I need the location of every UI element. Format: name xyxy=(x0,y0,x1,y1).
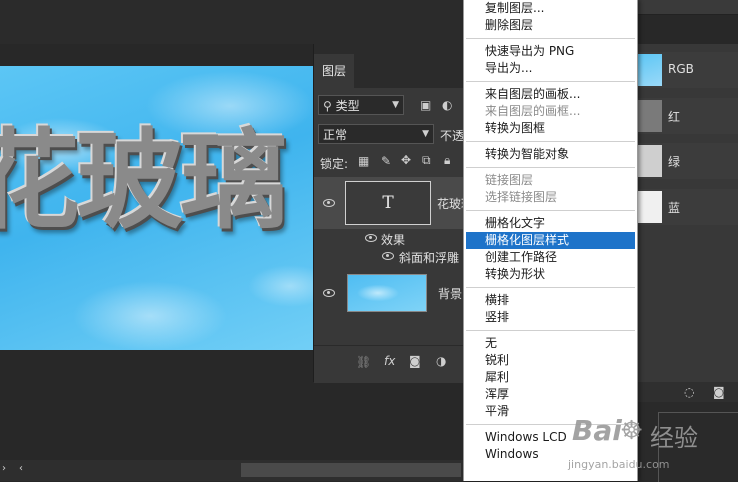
menu-item[interactable]: 转换为形状 xyxy=(464,266,637,283)
channel-row-red[interactable]: 红 xyxy=(636,98,738,134)
canvas-text-layer: 花玻璃 xyxy=(0,119,288,244)
document-canvas[interactable]: 花玻璃 xyxy=(0,66,318,350)
menu-item[interactable]: 转换为图框 xyxy=(464,120,637,137)
chevron-left-icon[interactable]: ‹ xyxy=(19,464,23,474)
menu-separator xyxy=(466,141,635,142)
search-icon: ⚲ xyxy=(323,99,332,113)
opacity-label: 不透 xyxy=(440,129,465,143)
channel-thumbnail xyxy=(636,145,662,177)
fx-icon[interactable]: fx xyxy=(384,355,395,367)
channel-row-rgb[interactable]: RGB xyxy=(636,52,738,88)
lock-position-icon[interactable]: ✥ xyxy=(401,154,411,166)
layer-filter-value: 类型 xyxy=(335,99,360,113)
bevel-emboss-label: 斜面和浮雕 xyxy=(399,251,460,265)
lock-artboard-icon[interactable]: ⧉ xyxy=(422,154,431,166)
menu-separator xyxy=(466,167,635,168)
channel-thumbnail xyxy=(636,191,662,223)
menu-separator xyxy=(466,287,635,288)
menu-item[interactable]: 复制图层... xyxy=(464,0,637,17)
channel-thumbnail xyxy=(636,100,662,132)
channels-footer: ◌ ◙ xyxy=(636,382,738,402)
menu-item[interactable]: 竖排 xyxy=(464,309,637,326)
visibility-eye-icon[interactable] xyxy=(323,199,335,207)
text-layer-thumbnail: T xyxy=(345,181,431,225)
lock-label: 锁定: xyxy=(320,157,349,171)
channel-row-blue[interactable]: 蓝 xyxy=(636,189,738,225)
watermark-suffix: 经验 xyxy=(650,424,698,452)
right-top-bar xyxy=(636,0,738,15)
top-bar xyxy=(0,0,463,44)
layer-row-text[interactable]: T 花玻璃 xyxy=(314,177,464,229)
channel-name: 蓝 xyxy=(668,201,681,215)
channel-name: 绿 xyxy=(668,155,681,169)
layer-effects-row[interactable]: 效果 xyxy=(314,230,464,247)
menu-separator xyxy=(466,81,635,82)
baidu-watermark: Bai ☸ 经验 jingyan.baidu.com xyxy=(566,412,738,481)
menu-item: 链接图层 xyxy=(485,173,534,187)
scrollbar-thumb[interactable] xyxy=(241,463,461,477)
chevron-down-icon: ▼ xyxy=(422,129,429,139)
menu-separator xyxy=(466,210,635,211)
layers-panel: 图层 ⚲ 类型 ▼ ▣ ◐ 正常 ▼ 不透 锁定: ▦ ✎ ✥ ⧉ 🔒︎ T 花… xyxy=(313,44,465,383)
menu-item[interactable]: 浑厚 xyxy=(464,386,637,403)
save-selection-icon[interactable]: ◙ xyxy=(713,386,725,398)
effects-label: 效果 xyxy=(381,233,406,247)
layers-tab-bar: 图层 xyxy=(314,44,464,88)
chevron-down-icon: ▼ xyxy=(392,100,399,110)
menu-item[interactable]: 删除图层 xyxy=(464,17,637,34)
lock-transparent-pixels-icon[interactable]: ▦ xyxy=(358,155,369,167)
filter-image-icon[interactable]: ▣ xyxy=(420,99,431,111)
add-mask-icon[interactable]: ◙ xyxy=(409,355,421,367)
chevron-right-icon[interactable]: › xyxy=(2,464,6,474)
layer-row-background[interactable]: 背景 xyxy=(314,269,464,317)
paw-icon: ☸ xyxy=(620,416,644,446)
watermark-url: jingyan.baidu.com xyxy=(568,458,670,471)
horizontal-scrollbar[interactable]: › ‹ xyxy=(0,460,463,481)
menu-item: 选择链接图层 xyxy=(485,190,558,204)
menu-item[interactable]: 栅格化文字 xyxy=(464,215,637,232)
tab-layers[interactable]: 图层 xyxy=(314,54,354,88)
watermark-brand: Bai xyxy=(572,414,622,447)
menu-item[interactable]: 无 xyxy=(464,335,637,352)
menu-item[interactable]: 来自图层的画板... xyxy=(464,86,637,103)
menu-item[interactable]: 锐利 xyxy=(464,352,637,369)
layer-effect-bevel-row[interactable]: 斜面和浮雕 xyxy=(314,247,464,265)
menu-item[interactable]: 创建工作路径 xyxy=(464,249,637,266)
menu-item[interactable]: 转换为智能对象 xyxy=(464,146,637,163)
lock-image-pixels-icon[interactable]: ✎ xyxy=(381,155,391,167)
menu-item[interactable]: 横排 xyxy=(464,292,637,309)
bevel-visibility-eye-icon[interactable] xyxy=(382,252,394,260)
blend-mode-value: 正常 xyxy=(323,128,348,142)
layer-context-menu: 复制图层... 删除图层快速导出为 PNG 导出为... 来自图层的画板... 来自图层… xyxy=(463,0,638,481)
effects-visibility-eye-icon[interactable] xyxy=(365,234,377,242)
link-layers-icon[interactable]: ⛓ xyxy=(356,356,371,368)
channel-row-green[interactable]: 绿 xyxy=(636,143,738,179)
layers-panel-footer: ⛓ fx ◙ ◑ xyxy=(314,345,464,383)
layer-filter-select[interactable]: ⚲ 类型 ▼ xyxy=(318,95,404,115)
load-selection-icon[interactable]: ◌ xyxy=(684,386,694,398)
layer-name: 背景 xyxy=(438,287,463,301)
blend-mode-select[interactable]: 正常 ▼ xyxy=(318,124,434,144)
channel-name: RGB xyxy=(668,62,694,76)
menu-item: 来自图层的画框... xyxy=(485,104,581,118)
visibility-eye-icon[interactable] xyxy=(323,289,335,297)
channel-name: 红 xyxy=(668,110,681,124)
filter-adjustment-icon[interactable]: ◐ xyxy=(442,99,452,111)
adjustment-layer-icon[interactable]: ◑ xyxy=(436,355,446,367)
menu-item[interactable]: 犀利 xyxy=(464,369,637,386)
background-layer-thumbnail xyxy=(347,274,427,312)
channel-thumbnail xyxy=(636,54,662,86)
lock-all-icon[interactable]: 🔒︎ xyxy=(444,154,450,166)
menu-separator xyxy=(466,38,635,39)
menu-separator xyxy=(466,330,635,331)
layer-name: 花玻璃 xyxy=(437,197,464,211)
menu-item[interactable]: 栅格化图层样式 xyxy=(466,232,635,249)
menu-item[interactable]: 导出为... xyxy=(464,60,637,77)
menu-item[interactable]: 快速导出为 PNG xyxy=(464,43,637,60)
